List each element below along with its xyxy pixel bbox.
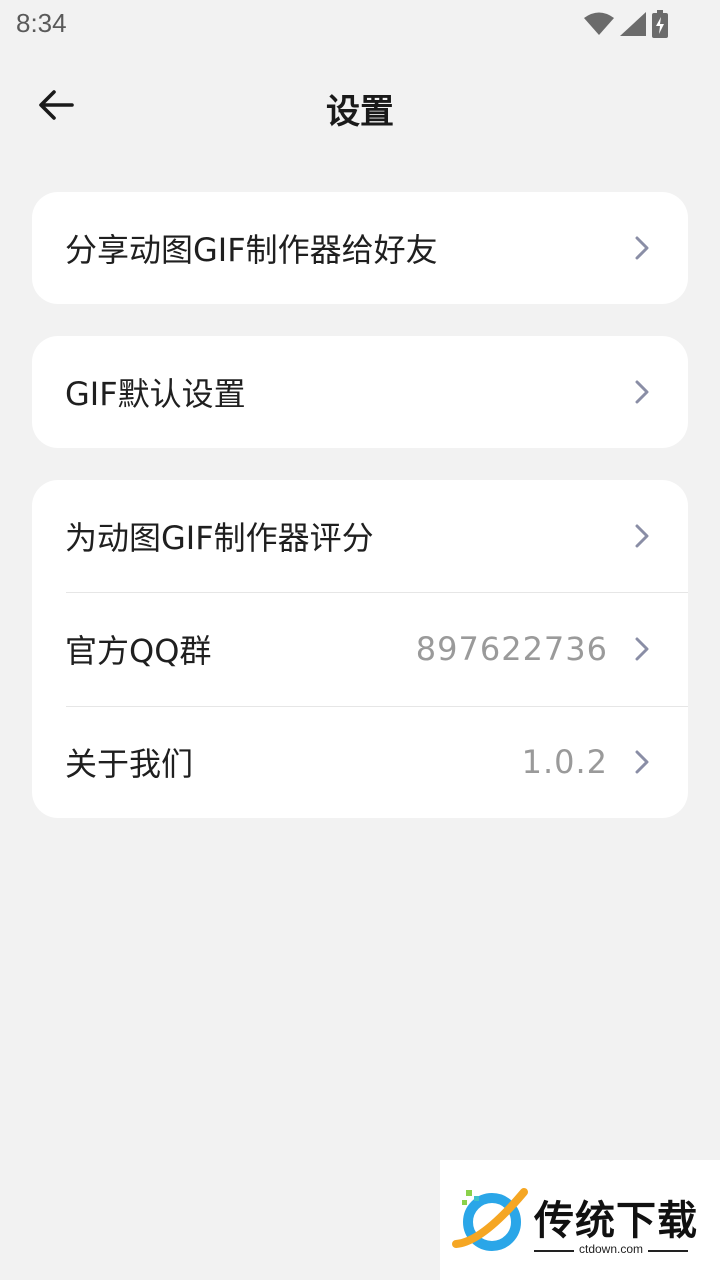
chevron-right-icon (635, 637, 649, 661)
watermark-logo-icon (452, 1188, 528, 1251)
qq-group-row[interactable]: 官方QQ群 897622736 (32, 592, 688, 706)
chevron-right-icon (635, 380, 649, 404)
watermark: 传统下载 ctdown.com (440, 1160, 720, 1280)
battery-charging-icon (652, 10, 668, 38)
watermark-line (648, 1250, 688, 1252)
chevron-right-icon (635, 236, 649, 260)
qq-group-label: 官方QQ群 (65, 632, 212, 670)
gif-settings-card: GIF默认设置 (32, 336, 688, 448)
app-version: 1.0.2 (521, 743, 608, 781)
signal-icon (620, 12, 646, 36)
gif-default-settings-row[interactable]: GIF默认设置 (32, 336, 688, 448)
qq-group-number: 897622736 (415, 630, 608, 668)
divider (66, 706, 688, 707)
chevron-right-icon (635, 524, 649, 548)
share-app-label: 分享动图GIF制作器给好友 (65, 231, 438, 269)
share-app-row[interactable]: 分享动图GIF制作器给好友 (32, 192, 688, 304)
status-icons (584, 10, 668, 38)
status-time: 8:34 (16, 8, 67, 38)
about-us-label: 关于我们 (65, 745, 194, 783)
page-title: 设置 (326, 92, 394, 132)
chevron-right-icon (635, 750, 649, 774)
wifi-icon (584, 12, 614, 35)
gif-default-settings-label: GIF默认设置 (65, 375, 246, 413)
watermark-subtitle: ctdown.com (578, 1242, 644, 1256)
rate-app-label: 为动图GIF制作器评分 (65, 519, 374, 557)
about-card: 为动图GIF制作器评分 官方QQ群 897622736 关于我们 1.0.2 (32, 480, 688, 818)
about-us-row[interactable]: 关于我们 1.0.2 (32, 706, 688, 818)
app-bar: 设置 (0, 60, 720, 150)
status-bar: 8:34 (0, 0, 720, 50)
rate-app-row[interactable]: 为动图GIF制作器评分 (32, 480, 688, 592)
watermark-title: 传统下载 (534, 1198, 698, 1244)
share-card: 分享动图GIF制作器给好友 (32, 192, 688, 304)
divider (66, 592, 688, 593)
